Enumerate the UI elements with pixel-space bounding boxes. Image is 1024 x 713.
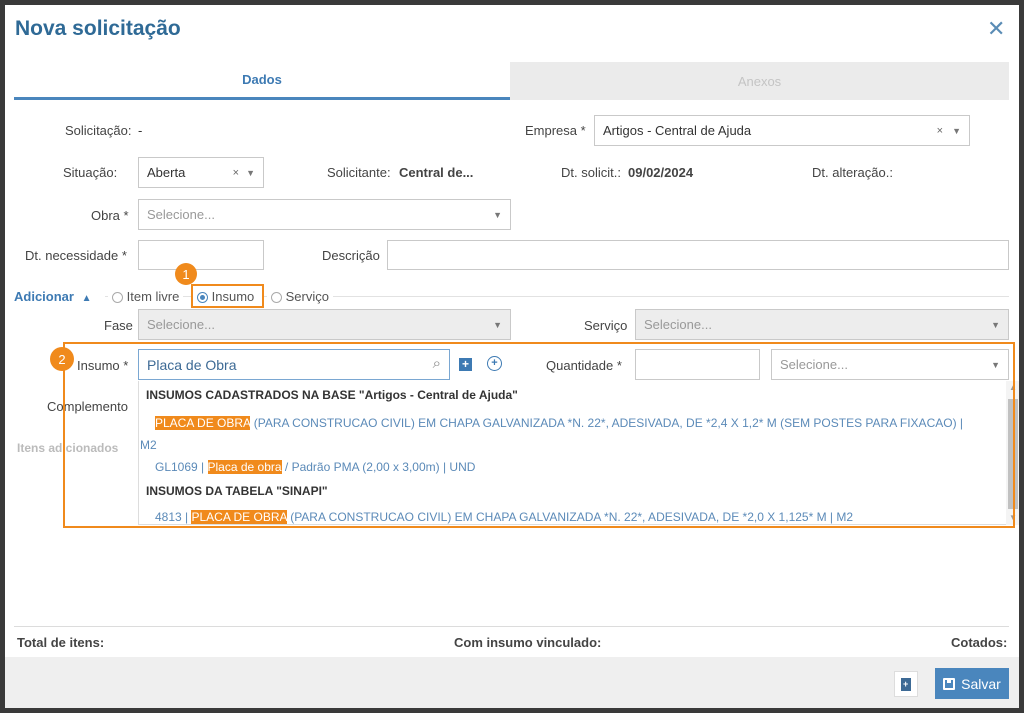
modal: Nova solicitação ✕ Dados Anexos Solicita… (5, 5, 1019, 708)
modal-title: Nova solicitação (15, 17, 181, 40)
insumo-value: Placa de Obra (147, 356, 237, 373)
insumo-dropdown: INSUMOS CADASTRADOS NA BASE "Artigos - C… (138, 381, 1019, 525)
servico-select[interactable]: Selecione... ▼ (635, 309, 1009, 340)
servico-label: Serviço (584, 318, 628, 333)
match-highlight: PLACA DE OBRA (191, 510, 287, 524)
dropdown-option[interactable]: PLACA DE OBRA (PARA CONSTRUCAO CIVIL) EM… (155, 416, 963, 430)
scroll-up-icon[interactable]: ▲ (1009, 383, 1017, 392)
chevron-up-icon: ▲ (81, 293, 92, 304)
descricao-label: Descrição (322, 248, 380, 263)
close-icon[interactable]: ✕ (987, 16, 1005, 42)
insumo-search-input[interactable]: Placa de Obra ⌕ (138, 349, 450, 380)
radio-servico[interactable]: Serviço (267, 289, 333, 304)
situacao-value: Aberta (147, 165, 186, 180)
scrollbar-thumb[interactable] (1008, 399, 1018, 509)
complemento-label: Complemento (47, 399, 128, 414)
radio-label: Serviço (285, 289, 329, 304)
match-highlight: Placa de obra (207, 460, 282, 474)
scroll-down-icon[interactable]: ▼ (1009, 513, 1017, 522)
situacao-label: Situação: (63, 165, 118, 180)
radio-icon[interactable] (112, 292, 123, 304)
search-icon[interactable]: ⌕ (433, 355, 441, 372)
cotados-label: Cotados: (951, 635, 1008, 650)
match-highlight: PLACA DE OBRA (155, 416, 251, 430)
dt-alteracao-label: Dt. alteração.: (812, 165, 893, 180)
chevron-down-icon: ▼ (952, 126, 961, 136)
callout-badge-1: 1 (175, 263, 197, 285)
radio-item-livre[interactable]: Item livre (108, 289, 184, 304)
save-icon (943, 677, 956, 690)
dropdown-group-header: INSUMOS CADASTRADOS NA BASE "Artigos - C… (146, 388, 518, 402)
adicionar-toggle[interactable]: Adicionar ▲ (14, 289, 92, 304)
obra-placeholder: Selecione... (147, 207, 215, 222)
obra-select[interactable]: Selecione... ▼ (138, 199, 511, 230)
radio-insumo[interactable]: Insumo (191, 284, 264, 308)
obra-label: Obra * (91, 208, 129, 223)
dt-necessidade-label: Dt. necessidade * (25, 248, 127, 263)
quantidade-label: Quantidade * (546, 358, 622, 373)
quantidade-input[interactable] (635, 349, 760, 380)
dropdown-scrollbar[interactable]: ▲ ▼ (1006, 381, 1019, 525)
chevron-down-icon: ▼ (493, 210, 502, 220)
chevron-down-icon: ▼ (493, 320, 502, 330)
fase-select[interactable]: Selecione... ▼ (138, 309, 511, 340)
empresa-value: Artigos - Central de Ajuda (603, 123, 752, 138)
servico-placeholder: Selecione... (644, 317, 712, 332)
fase-label: Fase (104, 318, 133, 333)
unidade-placeholder: Selecione... (780, 357, 848, 372)
file-add-icon: + (901, 677, 911, 691)
com-insumo-label: Com insumo vinculado: (454, 635, 602, 650)
divider (14, 626, 1009, 627)
situacao-select[interactable]: Aberta × ▼ (138, 157, 264, 188)
dropdown-option[interactable]: GL1069 | Placa de obra / Padrão PMA (2,0… (155, 460, 475, 474)
clear-icon[interactable]: × (937, 125, 943, 137)
tab-anexos[interactable]: Anexos (510, 62, 1009, 100)
solicitacao-label: Solicitação: (65, 123, 132, 138)
radio-label: Item livre (126, 289, 180, 304)
insumo-label: Insumo * (77, 358, 129, 373)
solicitacao-value: - (138, 123, 143, 138)
solicitante-value: Central de... (399, 165, 474, 180)
option-text: / Padrão PMA (2,00 x 3,00m) | UND (281, 460, 476, 474)
add-insumo-icon[interactable]: + (459, 358, 472, 371)
save-button[interactable]: Salvar (935, 668, 1009, 699)
adicionar-label: Adicionar (14, 289, 74, 304)
dt-solicit-value: 09/02/2024 (628, 165, 694, 180)
option-text: (PARA CONSTRUCAO CIVIL) EM CHAPA GALVANI… (250, 416, 964, 430)
chevron-down-icon: ▼ (991, 360, 1000, 370)
dt-solicit-label: Dt. solicit.: (561, 165, 621, 180)
dropdown-option[interactable]: 4813 | PLACA DE OBRA (PARA CONSTRUCAO CI… (155, 510, 853, 524)
save-label: Salvar (961, 675, 1001, 692)
total-itens-label: Total de itens: (17, 635, 105, 650)
option-code: 4813 | (155, 510, 192, 524)
radio-label: Insumo (211, 289, 255, 304)
modal-footer: + Salvar (5, 657, 1019, 708)
option-code: GL1069 | (155, 460, 208, 474)
clear-icon[interactable]: × (233, 167, 239, 179)
tab-dados[interactable]: Dados (14, 62, 510, 100)
empresa-select[interactable]: Artigos - Central de Ajuda × ▼ (594, 115, 970, 146)
chevron-down-icon: ▼ (991, 320, 1000, 330)
dropdown-group-header: INSUMOS DA TABELA "SINAPI" (146, 484, 328, 498)
itens-adicionados-label: Itens adicionados (17, 441, 119, 455)
descricao-input[interactable] (387, 240, 1009, 270)
callout-badge-2: 2 (50, 347, 74, 371)
export-button[interactable]: + (894, 671, 918, 697)
zoom-in-icon[interactable]: + (487, 356, 502, 371)
dt-necessidade-input[interactable] (138, 240, 264, 270)
chevron-down-icon: ▼ (246, 168, 255, 178)
empresa-label: Empresa * (525, 123, 586, 138)
radio-icon[interactable] (271, 292, 282, 304)
radio-selected-icon[interactable] (197, 292, 208, 304)
fase-placeholder: Selecione... (147, 317, 215, 332)
unidade-select[interactable]: Selecione... ▼ (771, 349, 1009, 380)
solicitante-label: Solicitante: (327, 165, 391, 180)
option-text: (PARA CONSTRUCAO CIVIL) EM CHAPA GALVANI… (286, 510, 854, 524)
dropdown-option-unit: M2 (140, 438, 157, 452)
